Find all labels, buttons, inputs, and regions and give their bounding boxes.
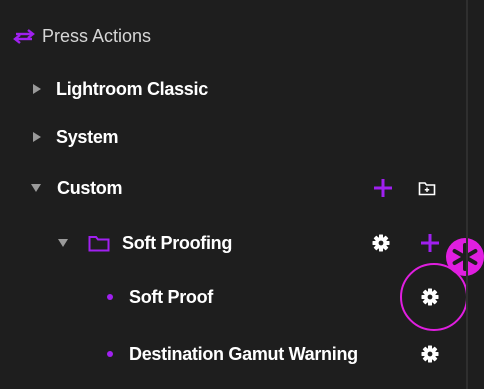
press-actions-panel: Press Actions Lightroom Classic System C… xyxy=(0,0,484,389)
bullet-dot-icon xyxy=(107,351,113,357)
chevron-down-icon[interactable] xyxy=(58,239,68,247)
tree-item-label: Destination Gamut Warning xyxy=(129,343,358,364)
folder-settings-button[interactable] xyxy=(370,232,392,254)
swap-arrows-icon xyxy=(12,28,42,44)
new-folder-icon xyxy=(418,182,436,196)
tree-item-destination-gamut-warning[interactable]: Destination Gamut Warning xyxy=(107,339,358,369)
action-settings-button[interactable] xyxy=(419,286,441,308)
tree-item-soft-proof[interactable]: Soft Proof xyxy=(107,282,213,312)
panel-title: Press Actions xyxy=(42,25,152,46)
tree-item-soft-proofing[interactable]: Soft Proofing xyxy=(58,228,232,258)
panel-divider xyxy=(466,0,468,389)
chevron-right-icon[interactable] xyxy=(33,84,41,94)
panel-header: Press Actions xyxy=(12,21,151,51)
tree-item-label: Lightroom Classic xyxy=(56,78,208,99)
plus-icon xyxy=(421,234,439,252)
bullet-dot-icon xyxy=(107,294,113,300)
chevron-down-icon[interactable] xyxy=(31,184,41,192)
add-folder-button[interactable] xyxy=(416,178,438,198)
folder-icon xyxy=(88,234,110,252)
plus-icon xyxy=(374,179,392,197)
gear-icon xyxy=(421,288,439,306)
tree-item-label: Custom xyxy=(57,177,123,198)
add-to-folder-button[interactable] xyxy=(419,232,441,254)
tree-item-label: Soft Proof xyxy=(129,286,213,307)
tree-item-label: Soft Proofing xyxy=(122,232,233,253)
gear-icon xyxy=(372,234,390,252)
tree-item-system[interactable]: System xyxy=(33,122,119,152)
tree-item-lightroom-classic[interactable]: Lightroom Classic xyxy=(33,74,208,104)
chevron-right-icon[interactable] xyxy=(33,132,41,142)
tree-item-label: System xyxy=(56,126,119,147)
add-action-button[interactable] xyxy=(372,177,394,199)
action-settings-button-2[interactable] xyxy=(419,343,441,365)
gear-icon xyxy=(421,345,439,363)
tree-item-custom[interactable]: Custom xyxy=(31,173,123,203)
